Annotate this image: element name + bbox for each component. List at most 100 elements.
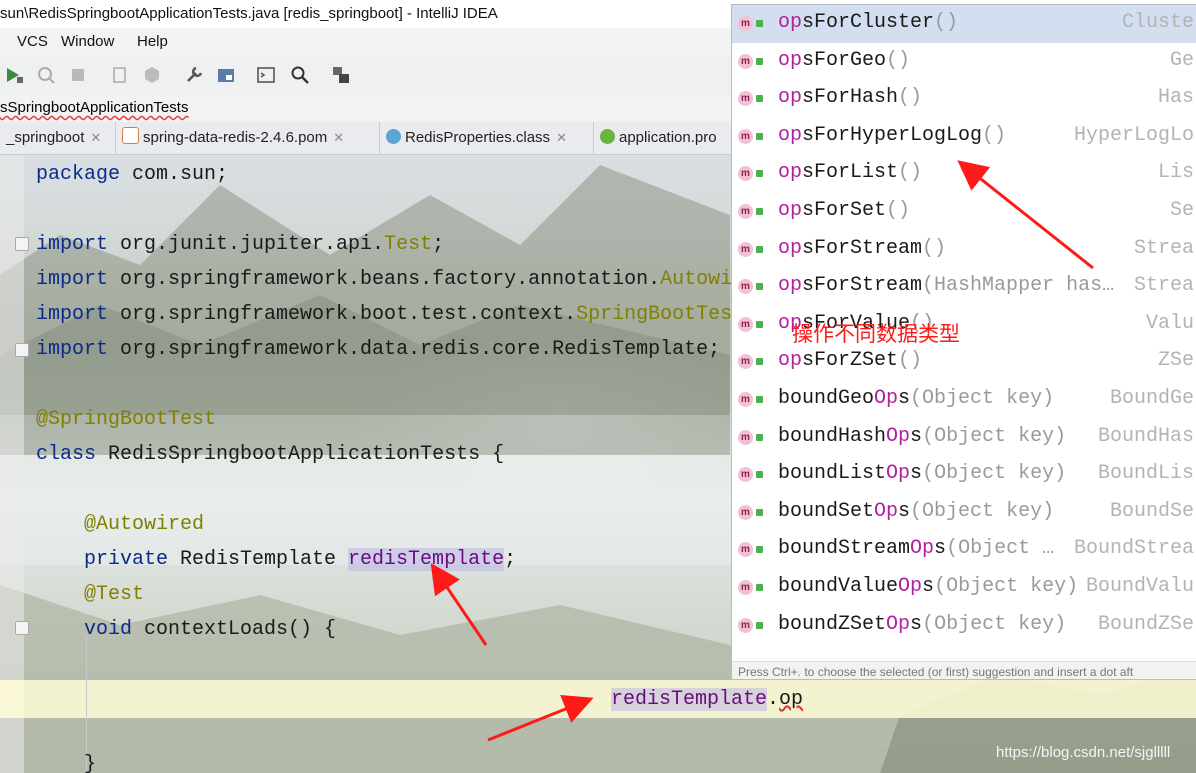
public-access-icon bbox=[756, 95, 763, 103]
completion-item[interactable]: m opsForZSet() ZSe bbox=[732, 343, 1196, 381]
public-access-icon bbox=[756, 283, 763, 291]
settings-wrench-icon[interactable] bbox=[184, 65, 204, 85]
public-access-icon bbox=[756, 396, 763, 403]
terminal-icon[interactable] bbox=[256, 65, 276, 85]
method-icon: m bbox=[738, 316, 753, 332]
method-icon: m bbox=[738, 429, 753, 445]
menu-help[interactable]: Help bbox=[137, 33, 168, 50]
debug-icon[interactable] bbox=[4, 65, 24, 85]
public-access-icon bbox=[756, 208, 763, 215]
code-line: @Test bbox=[84, 583, 145, 606]
public-access-icon bbox=[756, 471, 763, 479]
tab-label: application.pro bbox=[619, 129, 717, 146]
completion-item-type: BoundStrea bbox=[1073, 537, 1194, 561]
completion-item-type: BoundLis bbox=[1097, 462, 1194, 486]
completion-item[interactable]: m boundHashOps(Object key) BoundHas bbox=[732, 419, 1196, 457]
tab-label: spring-data-redis-2.4.6.pom bbox=[143, 129, 328, 146]
completion-item-type: BoundZSe bbox=[1097, 612, 1194, 636]
public-access-icon bbox=[756, 132, 763, 140]
current-line-highlight bbox=[0, 680, 1196, 718]
code-line: private RedisTemplate redisTemplate; bbox=[84, 548, 517, 571]
completion-item[interactable]: m boundGeoOps(Object key) BoundGe bbox=[732, 381, 1196, 419]
tab-label: RedisProperties.class bbox=[405, 129, 551, 146]
completion-item[interactable]: m opsForHash() Has bbox=[732, 80, 1196, 118]
code-line: @Autowired bbox=[84, 513, 205, 536]
completion-item[interactable]: m boundStreamOps(Object … BoundStrea bbox=[732, 531, 1196, 569]
completion-item-name: opsForList() bbox=[778, 161, 923, 185]
public-access-icon bbox=[756, 358, 763, 366]
module-icon[interactable] bbox=[142, 65, 162, 85]
menu-window[interactable]: Window bbox=[61, 33, 114, 50]
method-icon: m bbox=[738, 204, 753, 219]
fold-marker[interactable] bbox=[15, 237, 29, 251]
completion-hint: Press Ctrl+. to choose the selected (or … bbox=[732, 661, 1196, 679]
coverage-icon[interactable] bbox=[36, 65, 56, 85]
completion-item[interactable]: m boundSetOps(Object key) BoundSe bbox=[732, 494, 1196, 532]
project-structure-icon[interactable] bbox=[216, 65, 236, 85]
completion-item-name: boundHashOps(Object key) bbox=[778, 424, 1067, 448]
completion-item-type: Ge bbox=[1169, 48, 1194, 72]
presentation-icon[interactable] bbox=[331, 65, 351, 85]
completion-item[interactable]: m opsForList() Lis bbox=[732, 155, 1196, 193]
close-icon[interactable]: ✕ bbox=[333, 130, 344, 145]
method-icon: m bbox=[738, 16, 753, 31]
completion-item[interactable]: m opsForStream(HashMapper has… Strea bbox=[732, 268, 1196, 306]
code-line: import org.springframework.boot.test.con… bbox=[36, 303, 733, 326]
build-icon[interactable] bbox=[110, 65, 130, 85]
current-code-line[interactable]: redisTemplate.op bbox=[611, 688, 803, 712]
code-line: class RedisSpringbootApplicationTests { bbox=[36, 443, 505, 466]
method-icon: m bbox=[738, 53, 753, 69]
method-icon: m bbox=[738, 279, 753, 295]
completion-item-type: BoundGe bbox=[1109, 387, 1194, 410]
completion-item[interactable]: m opsForCluster() Cluste bbox=[732, 5, 1196, 43]
completion-item-type: Lis bbox=[1157, 161, 1194, 185]
method-icon: m bbox=[738, 504, 753, 520]
completion-item[interactable]: m opsForStream() Strea bbox=[732, 231, 1196, 269]
completion-item-name: opsForStream(HashMapper has… bbox=[778, 274, 1115, 298]
public-access-icon bbox=[756, 546, 763, 554]
completion-item-name: opsForGeo() bbox=[778, 48, 911, 72]
method-icon: m bbox=[738, 354, 753, 370]
code-line: } bbox=[84, 753, 97, 773]
method-icon: m bbox=[738, 241, 753, 257]
breadcrumb-file[interactable]: sSpringbootApplicationTests bbox=[0, 99, 188, 116]
completion-item-type: Has bbox=[1157, 86, 1194, 110]
completion-item-type: BoundValu bbox=[1085, 575, 1194, 598]
menu-vcs[interactable]: VCS bbox=[17, 33, 48, 50]
completion-item-type: Cluste bbox=[1121, 11, 1194, 34]
fold-marker[interactable] bbox=[15, 343, 29, 357]
completion-item[interactable]: m boundListOps(Object key) BoundLis bbox=[732, 456, 1196, 494]
tab-spring-data-redis-pom[interactable]: spring-data-redis-2.4.6.pom ✕ bbox=[116, 122, 380, 154]
completion-item-type: ZSe bbox=[1157, 349, 1194, 373]
completion-item-name: boundZSetOps(Object key) bbox=[778, 612, 1067, 636]
completion-item-name: boundSetOps(Object key) bbox=[778, 499, 1055, 523]
public-access-icon bbox=[756, 57, 763, 65]
public-access-icon bbox=[756, 621, 763, 629]
completion-item-name: opsForStream() bbox=[778, 236, 947, 260]
tab-application-properties[interactable]: application.pro bbox=[594, 122, 734, 154]
close-icon[interactable]: ✕ bbox=[556, 130, 567, 145]
search-icon[interactable] bbox=[290, 65, 310, 85]
fold-marker[interactable] bbox=[15, 621, 29, 635]
code-line: import org.springframework.beans.factory… bbox=[36, 268, 733, 291]
class-icon bbox=[386, 129, 401, 144]
tab-label: _springboot bbox=[6, 129, 85, 146]
close-icon[interactable]: ✕ bbox=[90, 130, 101, 145]
method-icon: m bbox=[738, 128, 753, 144]
method-icon: m bbox=[738, 617, 753, 633]
tab-redis-properties[interactable]: RedisProperties.class ✕ bbox=[380, 122, 594, 154]
completion-item[interactable]: m opsForSet() Se bbox=[732, 193, 1196, 231]
code-line: package com.sun; bbox=[36, 163, 229, 186]
tab-redis-springboot[interactable]: _springboot ✕ bbox=[0, 122, 116, 154]
completion-item[interactable]: m opsForHyperLogLog() HyperLogLo bbox=[732, 118, 1196, 156]
completion-item[interactable]: m boundValueOps(Object key) BoundValu bbox=[732, 569, 1196, 607]
completion-item-name: opsForHyperLogLog() bbox=[778, 123, 1007, 147]
completion-item-name: opsForZSet() bbox=[778, 349, 923, 373]
completion-item-type: HyperLogLo bbox=[1073, 123, 1194, 147]
window-title: sun\RedisSpringbootApplicationTests.java… bbox=[0, 5, 498, 22]
completion-item[interactable]: m boundZSetOps(Object key) BoundZSe bbox=[732, 607, 1196, 645]
completion-item-name: boundGeoOps(Object key) bbox=[778, 387, 1055, 410]
stop-icon[interactable] bbox=[68, 65, 88, 85]
method-icon: m bbox=[738, 91, 753, 107]
completion-item[interactable]: m opsForGeo() Ge bbox=[732, 43, 1196, 81]
